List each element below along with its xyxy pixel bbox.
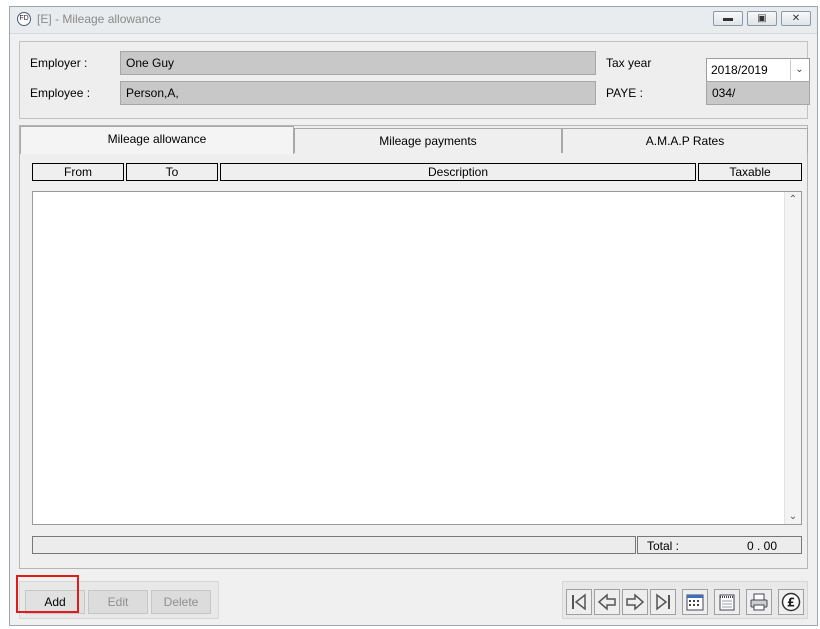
mileage-list[interactable]: ⌃ ⌄	[32, 191, 802, 525]
previous-record-icon	[597, 593, 616, 611]
print-button[interactable]	[746, 589, 772, 615]
previous-record-button[interactable]	[594, 589, 620, 615]
add-button[interactable]: Add	[25, 590, 85, 614]
print-icon	[750, 593, 768, 611]
tabs-panel: Mileage allowance Mileage payments A.M.A…	[19, 125, 808, 569]
next-record-button[interactable]	[622, 589, 648, 615]
restore-button[interactable]: ▣	[747, 11, 777, 26]
employee-label: Employee :	[30, 86, 91, 100]
record-navigation-bar: £	[562, 581, 808, 619]
pound-button[interactable]: £	[778, 589, 804, 615]
tax-year-select[interactable]: 2018/2019 ⌄	[706, 58, 810, 82]
app-logo-icon: FD	[17, 12, 31, 26]
first-record-button[interactable]	[566, 589, 592, 615]
edit-button[interactable]: Edit	[88, 590, 148, 614]
close-icon: ✕	[791, 13, 801, 24]
employer-label: Employer :	[30, 56, 88, 70]
calendar-icon	[686, 594, 704, 611]
mileage-allowance-window: FD [E] - Mileage allowance ▬ ▣ ✕ Employe…	[9, 6, 818, 626]
minimize-button[interactable]: ▬	[713, 11, 743, 26]
employee-header-panel: Employer : One Guy Employee : Person,A, …	[19, 41, 810, 119]
close-button[interactable]: ✕	[781, 11, 811, 26]
paye-label: PAYE :	[606, 86, 643, 100]
notepad-icon	[719, 594, 735, 611]
calendar-button[interactable]	[682, 589, 708, 615]
column-header-to[interactable]: To	[126, 163, 218, 181]
paye-field: 034/	[706, 81, 810, 105]
vertical-scrollbar[interactable]: ⌃ ⌄	[784, 192, 801, 524]
first-record-icon	[572, 593, 586, 611]
window-title: [E] - Mileage allowance	[37, 12, 162, 26]
tax-year-value: 2018/2019	[711, 63, 768, 77]
delete-button[interactable]: Delete	[151, 590, 211, 614]
column-header-taxable[interactable]: Taxable	[698, 163, 802, 181]
total-box: Total : 0 . 00	[637, 536, 802, 554]
title-bar: FD [E] - Mileage allowance ▬ ▣ ✕	[10, 7, 817, 34]
tab-mileage-allowance[interactable]: Mileage allowance	[20, 126, 294, 154]
scroll-up-icon[interactable]: ⌃	[785, 194, 801, 205]
minimize-icon: ▬	[723, 13, 733, 24]
total-label: Total :	[647, 539, 680, 553]
last-record-button[interactable]	[650, 589, 676, 615]
column-header-description[interactable]: Description	[220, 163, 696, 181]
next-record-icon	[626, 593, 645, 611]
tab-amap-rates[interactable]: A.M.A.P Rates	[562, 128, 808, 153]
employer-field: One Guy	[120, 51, 596, 75]
last-record-icon	[656, 593, 670, 611]
notepad-button[interactable]	[714, 589, 740, 615]
tax-year-label: Tax year	[606, 56, 652, 70]
action-button-bar: Add Edit Delete	[19, 581, 219, 619]
total-value: 0 . 00	[746, 539, 777, 553]
scroll-down-icon[interactable]: ⌄	[785, 511, 801, 522]
employee-field: Person,A,	[120, 81, 596, 105]
chevron-down-icon[interactable]: ⌄	[790, 60, 808, 80]
tab-mileage-payments[interactable]: Mileage payments	[294, 128, 562, 153]
svg-text:£: £	[787, 596, 795, 610]
summary-bar	[32, 536, 636, 554]
pound-icon: £	[781, 592, 801, 612]
column-header-from[interactable]: From	[32, 163, 124, 181]
restore-icon: ▣	[757, 13, 767, 24]
